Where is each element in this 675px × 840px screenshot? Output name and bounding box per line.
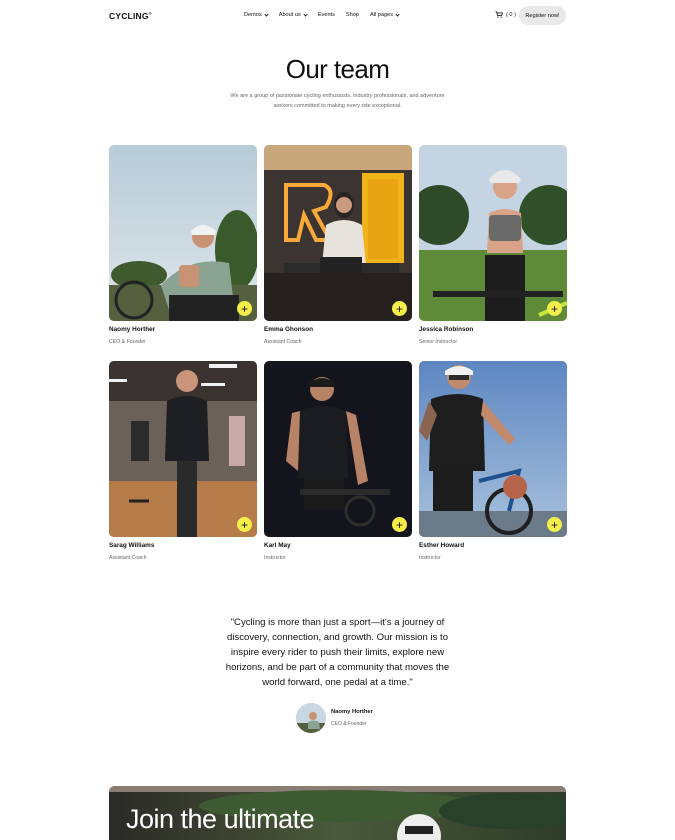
chevron-down-icon <box>264 11 269 17</box>
join-banner: Join the ultimate <box>109 786 566 840</box>
chevron-down-icon <box>395 11 400 17</box>
team-photo[interactable]: + <box>109 145 257 321</box>
team-photo[interactable]: + <box>109 361 257 537</box>
menu-item-shop[interactable]: Shop <box>346 12 359 18</box>
member-role: Senior Instructor <box>419 339 458 345</box>
menu-item-demos[interactable]: Demos <box>244 11 269 18</box>
member-role: Instructor <box>419 555 441 561</box>
team-photo[interactable]: + <box>419 361 567 537</box>
member-role: Assistant Coach <box>264 339 302 345</box>
author-role: CEO & Founder <box>331 721 367 727</box>
chevron-down-icon <box>303 11 308 17</box>
author-name: Naomy Horther <box>331 709 373 715</box>
avatar-image <box>296 703 326 733</box>
member-name: Naomy Horther <box>109 326 156 333</box>
member-name: Esther Howard <box>419 542 465 549</box>
team-photo[interactable]: + <box>264 145 412 321</box>
add-icon[interactable]: + <box>237 301 252 316</box>
add-icon[interactable]: + <box>392 517 407 532</box>
testimonial-quote: "Cycling is more than just a sport—it's … <box>225 617 450 688</box>
member-name: Karl May <box>264 542 291 549</box>
top-navigation: CYCLING® Demos About us Events Shop All … <box>0 0 675 32</box>
menu-item-events[interactable]: Events <box>318 12 335 18</box>
cart-link[interactable]: ( 0 ) <box>495 11 516 18</box>
photo-coach-neon-sign <box>264 145 412 321</box>
add-icon[interactable]: + <box>547 301 562 316</box>
main-menu: Demos About us Events Shop All pages <box>244 11 410 18</box>
member-role: CEO & Founder <box>109 339 146 345</box>
photo-spin-class <box>109 361 257 537</box>
add-icon[interactable]: + <box>547 517 562 532</box>
avatar <box>296 703 326 733</box>
photo-cyclist-seated <box>109 145 257 321</box>
member-name: Emma Ghonson <box>264 326 314 333</box>
page-subtitle: We are a group of passionate cycling ent… <box>230 93 445 109</box>
logo[interactable]: CYCLING® <box>109 11 152 21</box>
menu-item-all-pages[interactable]: All pages <box>370 11 400 18</box>
team-photo[interactable]: + <box>419 145 567 321</box>
member-role: Instructor <box>264 555 286 561</box>
testimonial-author: Naomy Horther CEO & Founder <box>296 703 416 733</box>
page-title: Our team <box>285 54 390 84</box>
photo-cyclist-field <box>419 145 567 321</box>
photo-cyclist-sky <box>419 361 567 537</box>
add-icon[interactable]: + <box>237 517 252 532</box>
member-role: Assistant Coach <box>109 555 147 561</box>
register-button[interactable]: Register now! <box>519 6 566 25</box>
member-name: Jessica Robinson <box>419 326 474 333</box>
add-icon[interactable]: + <box>392 301 407 316</box>
banner-title: Join the ultimate <box>126 804 315 834</box>
photo-instructor-dark <box>264 361 412 537</box>
cart-icon <box>495 11 503 18</box>
menu-item-about-us[interactable]: About us <box>279 11 308 18</box>
member-name: Sarag Williams <box>109 542 155 549</box>
cart-count: ( 0 ) <box>506 11 516 18</box>
team-photo[interactable]: + <box>264 361 412 537</box>
